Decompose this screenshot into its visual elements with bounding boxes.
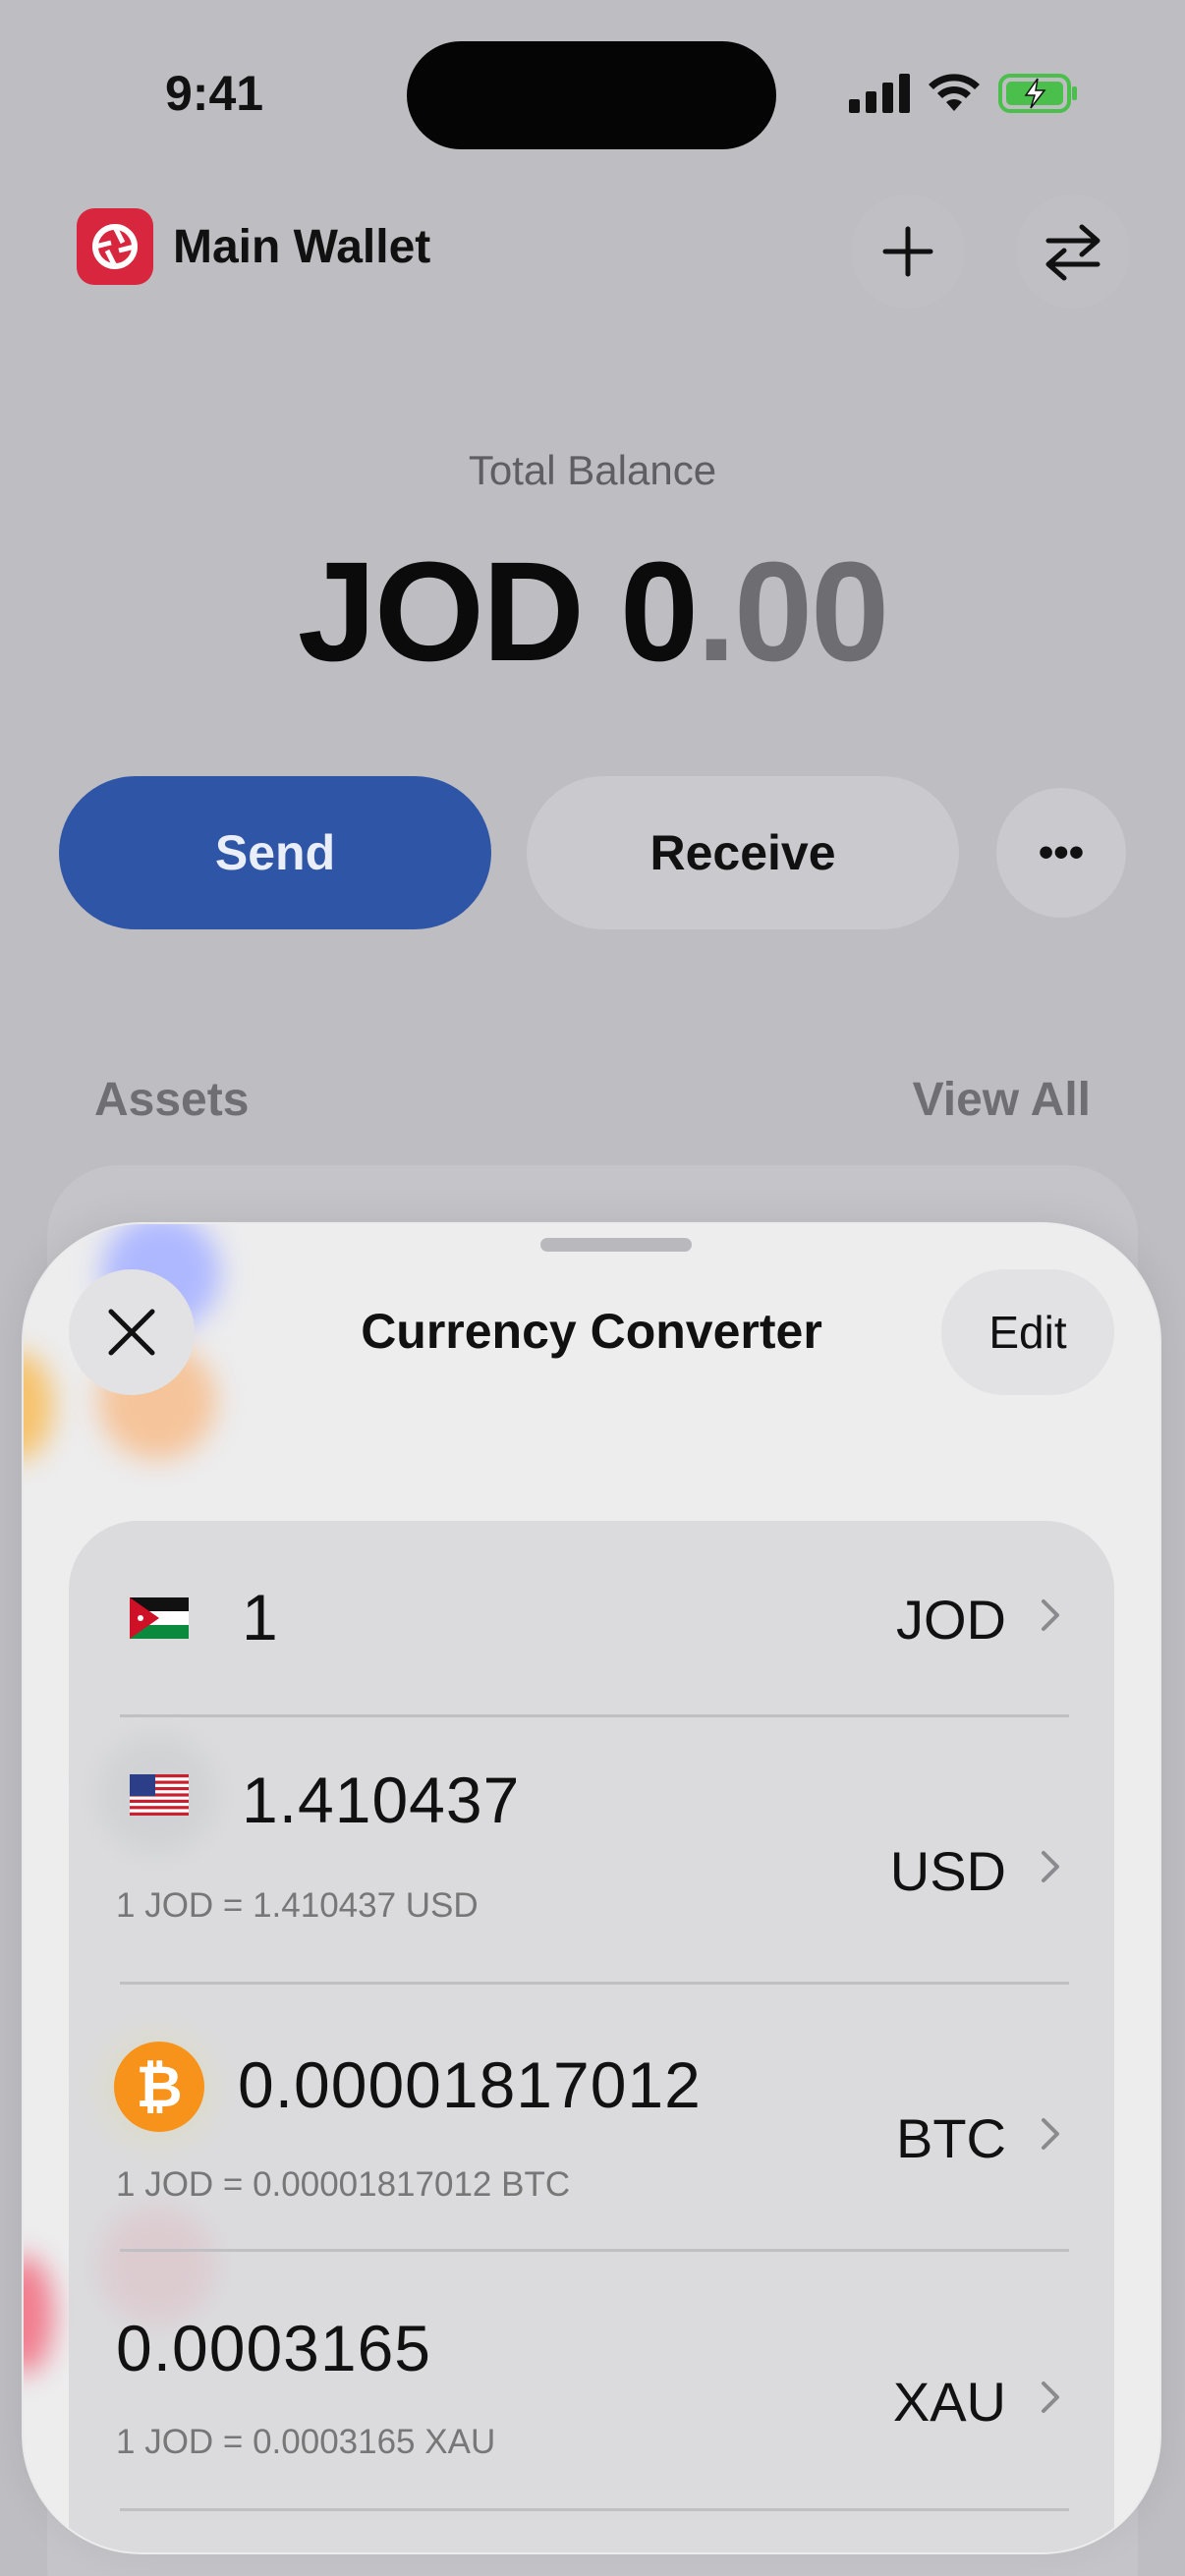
plus-icon	[882, 226, 933, 277]
balance-integer: JOD 0	[297, 532, 699, 691]
blurred-coin	[24, 2256, 53, 2374]
receive-button[interactable]: Receive	[527, 776, 959, 929]
currency-converter-sheet: Currency Converter Edit 1 JOD 1.410437 1…	[24, 1224, 1159, 2552]
currency-amount: 1.410437	[242, 1764, 521, 1836]
currency-amount: 0.0003165	[116, 2312, 431, 2384]
balance-decimal: .00	[697, 532, 889, 691]
currency-code: XAU	[892, 2371, 1006, 2433]
add-button[interactable]	[851, 195, 965, 308]
battery-charging-icon	[998, 74, 1077, 113]
swap-arrows-icon	[1045, 224, 1100, 281]
balance-amount: JOD 0.00	[0, 531, 1185, 694]
more-button[interactable]: •••	[996, 788, 1126, 918]
exchange-rate: 1 JOD = 0.00001817012 BTC	[116, 2165, 571, 2204]
currency-row-usd[interactable]: 1.410437 1 JOD = 1.410437 USD USD	[69, 1717, 1114, 1985]
sheet-grabber[interactable]	[540, 1238, 692, 1252]
edit-button[interactable]: Edit	[941, 1269, 1114, 1395]
balance-label: Total Balance	[468, 447, 717, 493]
dynamic-island	[407, 41, 776, 149]
currency-row-jod[interactable]: 1 JOD	[69, 1521, 1114, 1717]
cellular-signal-icon	[849, 74, 910, 113]
wallet-selector[interactable]: Main Wallet	[77, 208, 430, 285]
view-all-link[interactable]: View All	[913, 1073, 1091, 1127]
currency-code: USD	[889, 1840, 1006, 1902]
currency-row-btc[interactable]: ₿ 0.00001817012 1 JOD = 0.00001817012 BT…	[69, 1985, 1114, 2252]
us-flag-icon	[130, 1774, 189, 1816]
wifi-icon	[929, 74, 980, 111]
chevron-right-icon	[1042, 1851, 1059, 1882]
chevron-right-icon	[1042, 1599, 1059, 1631]
exchange-rate: 1 JOD = 1.410437 USD	[116, 1886, 479, 1925]
currency-amount: 0.00001817012	[238, 2048, 702, 2121]
row-divider	[120, 2508, 1069, 2511]
exchange-rate: 1 JOD = 0.0003165 XAU	[116, 2423, 496, 2461]
assets-heading: Assets	[94, 1074, 250, 1126]
bitcoin-icon: ₿	[114, 2042, 204, 2132]
status-icons	[849, 73, 1079, 114]
currency-code: BTC	[896, 2107, 1006, 2169]
currency-amount: 1	[242, 1581, 279, 1653]
chevron-right-icon	[1042, 2118, 1059, 2150]
wallet-name: Main Wallet	[173, 220, 431, 273]
aperture-logo-icon	[77, 208, 153, 285]
chevron-right-icon	[1042, 2381, 1059, 2413]
jordan-flag-icon	[130, 1597, 189, 1639]
currency-row-xau[interactable]: 0.0003165 1 JOD = 0.0003165 XAU XAU	[69, 2252, 1114, 2511]
send-button[interactable]: Send	[59, 776, 491, 929]
swap-button[interactable]	[1016, 195, 1130, 308]
currency-list: 1 JOD 1.410437 1 JOD = 1.410437 USD USD …	[69, 1521, 1114, 2552]
status-time: 9:41	[165, 66, 264, 121]
currency-code: JOD	[896, 1589, 1006, 1651]
blurred-coin	[24, 1352, 53, 1460]
